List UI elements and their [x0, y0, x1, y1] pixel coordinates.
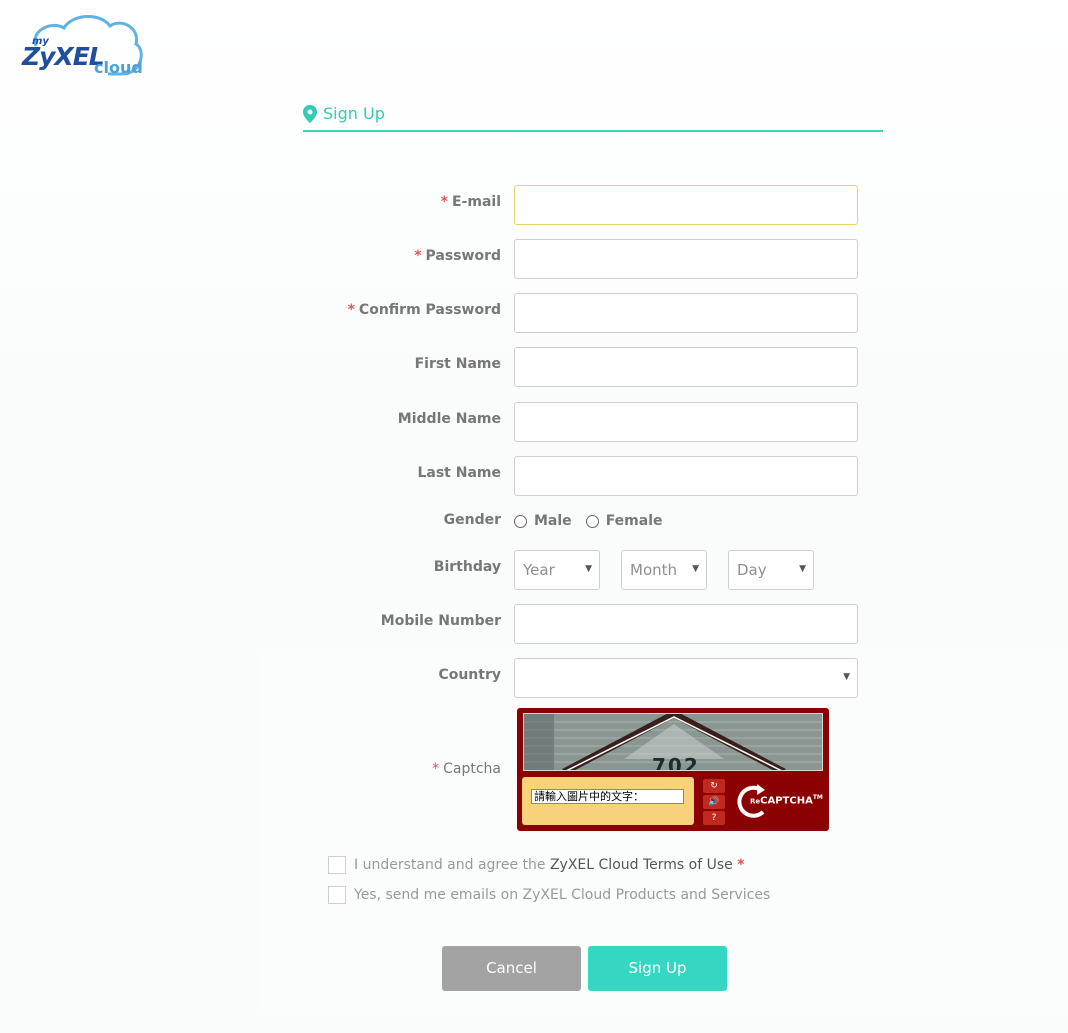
first-name-field[interactable]	[514, 347, 858, 387]
signup-header: Sign Up	[303, 101, 883, 132]
birthday-year-select[interactable]: Year ▼	[514, 550, 600, 590]
middle-name-label: Middle Name	[397, 411, 501, 427]
required-marker: *	[432, 761, 440, 777]
chevron-down-icon: ▼	[799, 564, 806, 574]
email-field[interactable]	[514, 185, 858, 225]
recaptcha-re-text: Re	[750, 797, 761, 806]
confirm-password-label: * Confirm Password	[348, 302, 501, 318]
captcha-label-text: Captcha	[443, 761, 501, 777]
gender-female-label[interactable]: Female	[606, 513, 663, 529]
page-title: Sign Up	[323, 104, 385, 123]
terms-checkbox[interactable]	[328, 856, 346, 874]
chevron-down-icon: ▼	[843, 672, 850, 682]
audio-icon[interactable]: 🔊	[703, 795, 725, 809]
captcha-input[interactable]: 請輸入圖片中的文字：	[531, 789, 684, 804]
password-field[interactable]	[514, 239, 858, 279]
newsletter-text: Yes, send me emails on ZyXEL Cloud Produ…	[354, 887, 771, 903]
last-name-label: Last Name	[417, 465, 501, 481]
recaptcha-brand-text: ReCAPTCHATM	[750, 794, 823, 806]
country-select[interactable]: ▼	[514, 658, 858, 698]
refresh-icon[interactable]: ↻	[703, 779, 725, 793]
year-select-value: Year	[523, 561, 555, 579]
required-marker: *	[414, 248, 422, 264]
chevron-down-icon: ▼	[692, 564, 699, 574]
terms-agreement-row: I understand and agree the ZyXEL Cloud T…	[328, 856, 749, 874]
gender-male-label[interactable]: Male	[534, 513, 572, 529]
gender-female-radio[interactable]	[585, 514, 599, 528]
email-label: * E-mail	[441, 194, 501, 210]
middle-name-field[interactable]	[514, 402, 858, 442]
gender-radio-group: Male Female	[514, 512, 677, 530]
chevron-down-icon: ▼	[585, 564, 592, 574]
newsletter-row: Yes, send me emails on ZyXEL Cloud Produ…	[328, 886, 770, 904]
logo-cloud-text: cloud	[94, 58, 143, 77]
recaptcha-tm-text: TM	[812, 794, 823, 801]
day-select-value: Day	[737, 561, 767, 579]
confirm-password-label-text: Confirm Password	[358, 302, 501, 318]
map-marker-icon	[303, 105, 317, 123]
newsletter-checkbox[interactable]	[328, 886, 346, 904]
myzyxel-cloud-logo[interactable]: my ZyXEL cloud	[22, 14, 144, 80]
country-label: Country	[438, 667, 501, 683]
gender-label: Gender	[443, 512, 501, 528]
logo-brand-text: ZyXEL	[22, 42, 105, 71]
terms-text: I understand and agree the ZyXEL Cloud T…	[354, 857, 749, 873]
password-label-text: Password	[425, 248, 501, 264]
required-marker: *	[440, 194, 448, 210]
mobile-number-label: Mobile Number	[380, 613, 501, 629]
password-label: * Password	[414, 248, 501, 264]
last-name-field[interactable]	[514, 456, 858, 496]
mobile-number-field[interactable]	[514, 604, 858, 644]
captcha-image-text: 702	[652, 754, 700, 771]
captcha-image: 702	[523, 713, 823, 771]
required-marker: *	[347, 302, 355, 318]
recaptcha-captcha-text: CAPTCHA	[760, 795, 813, 807]
first-name-label: First Name	[414, 356, 501, 372]
gender-male-radio[interactable]	[514, 514, 527, 528]
signup-button[interactable]: Sign Up	[588, 946, 727, 991]
terms-of-use-link[interactable]: ZyXEL Cloud Terms of Use	[550, 857, 733, 873]
captcha-input-area: 請輸入圖片中的文字：	[522, 777, 694, 825]
help-icon[interactable]: ?	[703, 811, 725, 825]
cancel-button[interactable]: Cancel	[442, 946, 581, 991]
month-select-value: Month	[630, 561, 678, 579]
captcha-label: * Captcha	[432, 761, 501, 777]
confirm-password-field[interactable]	[514, 293, 858, 333]
email-label-text: E-mail	[451, 194, 501, 210]
recaptcha-widget: 702 請輸入圖片中的文字： ↻ 🔊 ? ReCAPTCHATM	[517, 708, 829, 831]
terms-prefix: I understand and agree the	[354, 857, 550, 873]
required-marker: *	[737, 857, 745, 873]
birthday-month-select[interactable]: Month ▼	[621, 550, 707, 590]
birthday-label: Birthday	[433, 559, 501, 575]
birthday-day-select[interactable]: Day ▼	[728, 550, 814, 590]
